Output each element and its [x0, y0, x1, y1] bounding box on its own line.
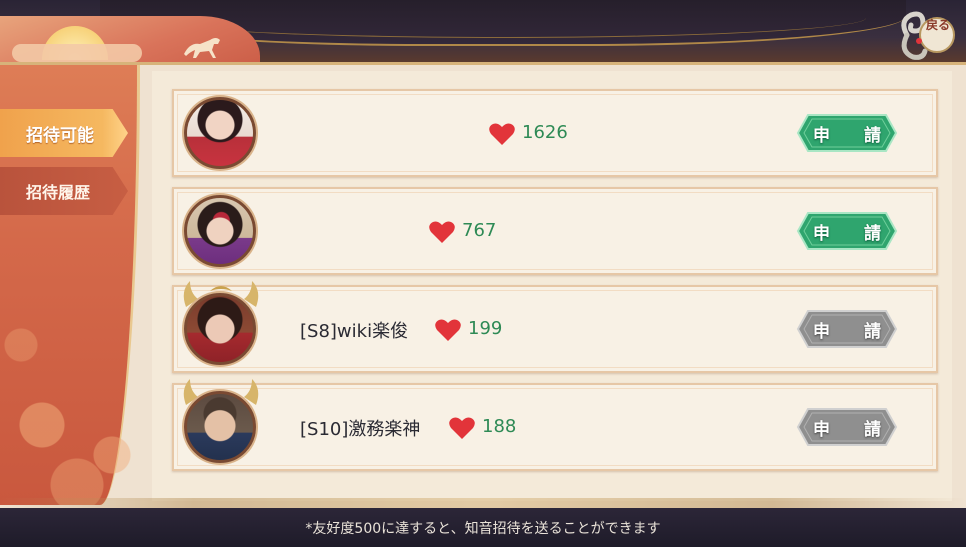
- avatar[interactable]: [184, 391, 256, 463]
- back-scroll-icon: [901, 11, 955, 60]
- footer-bar: *友好度500に達すると、知音招待を送ることができます: [0, 508, 966, 547]
- tab-invite-history-label: 招待履歴: [26, 183, 91, 202]
- horse-icon: [184, 38, 220, 58]
- tab-invite-history[interactable]: 招待履歴: [0, 167, 128, 215]
- apply-button-disabled[interactable]: 申 請: [796, 407, 898, 447]
- player-name: [S10]激務楽神: [300, 419, 421, 440]
- back-button[interactable]: 戻る: [892, 6, 958, 64]
- heart-icon: [435, 319, 461, 341]
- friendship-points: 199: [468, 318, 503, 339]
- tab-invitable[interactable]: 招待可能: [0, 109, 128, 157]
- apply-button-label: 申 請: [813, 419, 895, 440]
- apply-button-label: 申 請: [813, 223, 895, 244]
- heart-icon: [429, 221, 455, 243]
- apply-button-label: 申 請: [813, 125, 895, 146]
- main-panel: 招待可能 招待履歴 1626 申 請 767 申 請 [S8]wiki楽俊 19…: [0, 62, 966, 508]
- friendship-points: 1626: [522, 122, 568, 143]
- list-item: [S8]wiki楽俊 199 申 請: [172, 281, 938, 373]
- player-name: [S8]wiki楽俊: [300, 321, 409, 342]
- apply-button[interactable]: 申 請: [796, 211, 898, 251]
- list-item: 1626 申 請: [172, 89, 938, 177]
- apply-button-disabled[interactable]: 申 請: [796, 309, 898, 349]
- list-item: 767 申 請: [172, 187, 938, 275]
- friend-list: 1626 申 請 767 申 請 [S8]wiki楽俊 199 申 請 [S10…: [152, 71, 952, 501]
- list-item: [S10]激務楽神 188 申 請: [172, 379, 938, 471]
- apply-button-label: 申 請: [813, 321, 895, 342]
- apply-button[interactable]: 申 請: [796, 113, 898, 153]
- friendship-points: 767: [462, 220, 497, 241]
- sidebar: 招待可能 招待履歴: [0, 65, 140, 505]
- tab-invitable-label: 招待可能: [26, 125, 94, 146]
- back-label: 戻る: [925, 18, 950, 32]
- cloud-decoration: [12, 44, 142, 62]
- heart-icon: [489, 123, 515, 145]
- avatar[interactable]: [184, 97, 256, 169]
- avatar[interactable]: [184, 195, 256, 267]
- heart-icon: [449, 417, 475, 439]
- peony-decoration: [0, 305, 140, 505]
- avatar[interactable]: [184, 293, 256, 365]
- friendship-points: 188: [482, 416, 517, 437]
- footer-note: *友好度500に達すると、知音招待を送ることができます: [305, 520, 661, 537]
